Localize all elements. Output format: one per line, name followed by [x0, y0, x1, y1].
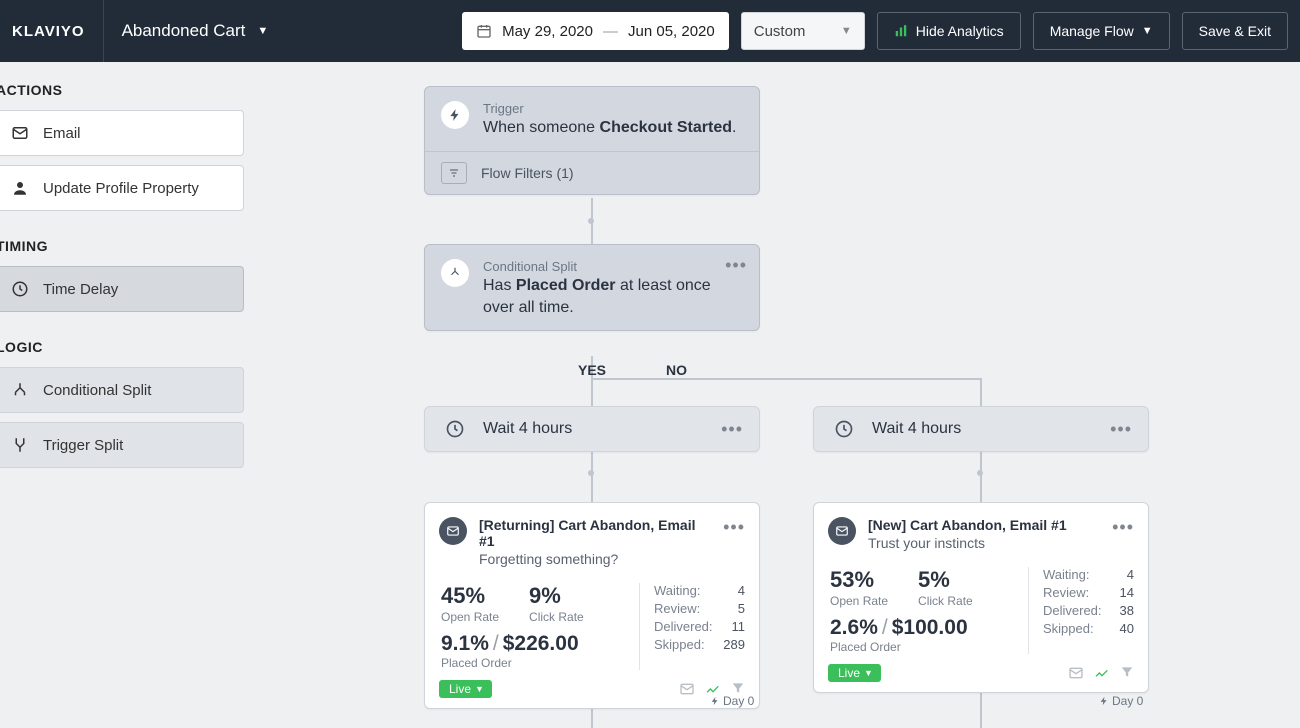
range-preset-label: Custom: [754, 23, 806, 40]
conversion-value: 9.1%/$226.00: [441, 632, 639, 656]
open-rate-value: 53%: [830, 567, 888, 593]
conversion-label: Placed Order: [441, 656, 639, 670]
open-rate-value: 45%: [441, 583, 499, 609]
range-preset-select[interactable]: Custom ▼: [741, 12, 865, 50]
sidebar-item-label: Email: [43, 125, 81, 142]
open-rate-label: Open Rate: [441, 610, 499, 624]
more-icon[interactable]: •••: [723, 517, 745, 567]
email-action-icon[interactable]: [679, 681, 695, 697]
chart-bars-icon: [894, 24, 908, 38]
email-name: [Returning] Cart Abandon, Email #1: [479, 517, 711, 549]
date-sep: —: [603, 23, 618, 40]
day-tag-left: Day 0: [710, 694, 754, 708]
email-subject: Forgetting something?: [479, 551, 711, 567]
live-status-badge[interactable]: Live▼: [828, 664, 881, 682]
profile-icon: [11, 179, 29, 197]
split-icon: [11, 381, 29, 399]
click-rate-value: 5%: [918, 567, 973, 593]
flow-canvas[interactable]: Trigger When someone Checkout Started. F…: [282, 62, 1300, 716]
date-start: May 29, 2020: [502, 23, 593, 40]
sidebar-item-label: Conditional Split: [43, 382, 151, 399]
day-tag-right: Day 0: [1099, 694, 1143, 708]
manage-flow-label: Manage Flow: [1050, 23, 1134, 39]
email-action-icon[interactable]: [1068, 665, 1084, 681]
wait-text: Wait 4 hours: [483, 420, 572, 438]
clock-icon: [830, 415, 858, 443]
sidebar: ACTIONS Email Update Profile Property TI…: [0, 62, 280, 497]
sidebar-section-logic: LOGIC: [0, 339, 244, 355]
trigger-split-icon: [11, 436, 29, 454]
sidebar-item-label: Time Delay: [43, 281, 118, 298]
filter-list-icon: [441, 162, 467, 184]
flow-filters-row[interactable]: Flow Filters (1): [425, 151, 759, 194]
branch-no-label: NO: [666, 362, 687, 378]
sidebar-item-trigger-split[interactable]: Trigger Split: [0, 422, 244, 468]
hide-analytics-label: Hide Analytics: [916, 23, 1004, 39]
brand-logo: KLAVIYO: [12, 0, 104, 62]
email-name: [New] Cart Abandon, Email #1: [868, 517, 1100, 533]
email-icon: [11, 124, 29, 142]
more-icon[interactable]: •••: [721, 419, 743, 440]
app-header: KLAVIYO Abandoned Cart ▼ May 29, 2020 — …: [0, 0, 1300, 62]
sidebar-item-label: Update Profile Property: [43, 180, 199, 197]
more-icon[interactable]: •••: [1112, 517, 1134, 551]
chevron-down-icon: ▼: [257, 25, 268, 37]
email-card-returning[interactable]: [Returning] Cart Abandon, Email #1 Forge…: [424, 502, 760, 709]
flow-name-label: Abandoned Cart: [122, 21, 246, 41]
sidebar-item-time-delay[interactable]: Time Delay: [0, 266, 244, 312]
conditional-split-node[interactable]: ••• Conditional Split Has Placed Order a…: [424, 244, 760, 331]
conversion-label: Placed Order: [830, 640, 1028, 654]
email-icon: [439, 517, 467, 545]
sidebar-section-actions: ACTIONS: [0, 82, 244, 98]
more-icon[interactable]: •••: [725, 255, 747, 276]
sidebar-item-label: Trigger Split: [43, 437, 123, 454]
wait-node-left[interactable]: Wait 4 hours •••: [424, 406, 760, 452]
clock-icon: [11, 280, 29, 298]
live-status-badge[interactable]: Live▼: [439, 680, 492, 698]
email-card-new[interactable]: [New] Cart Abandon, Email #1 Trust your …: [813, 502, 1149, 693]
click-rate-label: Click Rate: [529, 610, 584, 624]
flow-filters-label: Flow Filters (1): [481, 165, 574, 181]
email-icon: [828, 517, 856, 545]
manage-flow-button[interactable]: Manage Flow ▼: [1033, 12, 1170, 50]
hide-analytics-button[interactable]: Hide Analytics: [877, 12, 1021, 50]
calendar-icon: [476, 23, 492, 39]
split-text: Has Placed Order at least once over all …: [483, 275, 743, 318]
save-exit-button[interactable]: Save & Exit: [1182, 12, 1288, 50]
open-rate-label: Open Rate: [830, 594, 888, 608]
email-subject: Trust your instincts: [868, 535, 1100, 551]
node-label: Conditional Split: [483, 259, 743, 274]
split-icon: [441, 259, 469, 287]
trigger-text: When someone Checkout Started.: [483, 117, 743, 139]
sidebar-section-timing: TIMING: [0, 238, 244, 254]
date-end: Jun 05, 2020: [628, 23, 715, 40]
flow-name-dropdown[interactable]: Abandoned Cart ▼: [116, 21, 269, 41]
clock-icon: [441, 415, 469, 443]
email-stats: Waiting:4 Review:5 Delivered:11 Skipped:…: [639, 583, 745, 670]
chevron-down-icon: ▼: [1142, 25, 1153, 37]
trigger-node[interactable]: Trigger When someone Checkout Started. F…: [424, 86, 760, 195]
filter-action-icon[interactable]: [1120, 665, 1134, 681]
conversion-value: 2.6%/$100.00: [830, 616, 1028, 640]
branch-yes-label: YES: [578, 362, 606, 378]
sidebar-item-email[interactable]: Email: [0, 110, 244, 156]
node-label: Trigger: [483, 101, 743, 116]
click-rate-value: 9%: [529, 583, 584, 609]
analytics-action-icon[interactable]: [1094, 665, 1110, 681]
chevron-down-icon: ▼: [841, 25, 852, 37]
sidebar-item-conditional-split[interactable]: Conditional Split: [0, 367, 244, 413]
wait-node-right[interactable]: Wait 4 hours •••: [813, 406, 1149, 452]
click-rate-label: Click Rate: [918, 594, 973, 608]
date-range-picker[interactable]: May 29, 2020 — Jun 05, 2020: [462, 12, 729, 50]
bolt-icon: [441, 101, 469, 129]
wait-text: Wait 4 hours: [872, 420, 961, 438]
email-stats: Waiting:4 Review:14 Delivered:38 Skipped…: [1028, 567, 1134, 654]
sidebar-item-update-profile[interactable]: Update Profile Property: [0, 165, 244, 211]
more-icon[interactable]: •••: [1110, 419, 1132, 440]
save-exit-label: Save & Exit: [1199, 23, 1271, 39]
